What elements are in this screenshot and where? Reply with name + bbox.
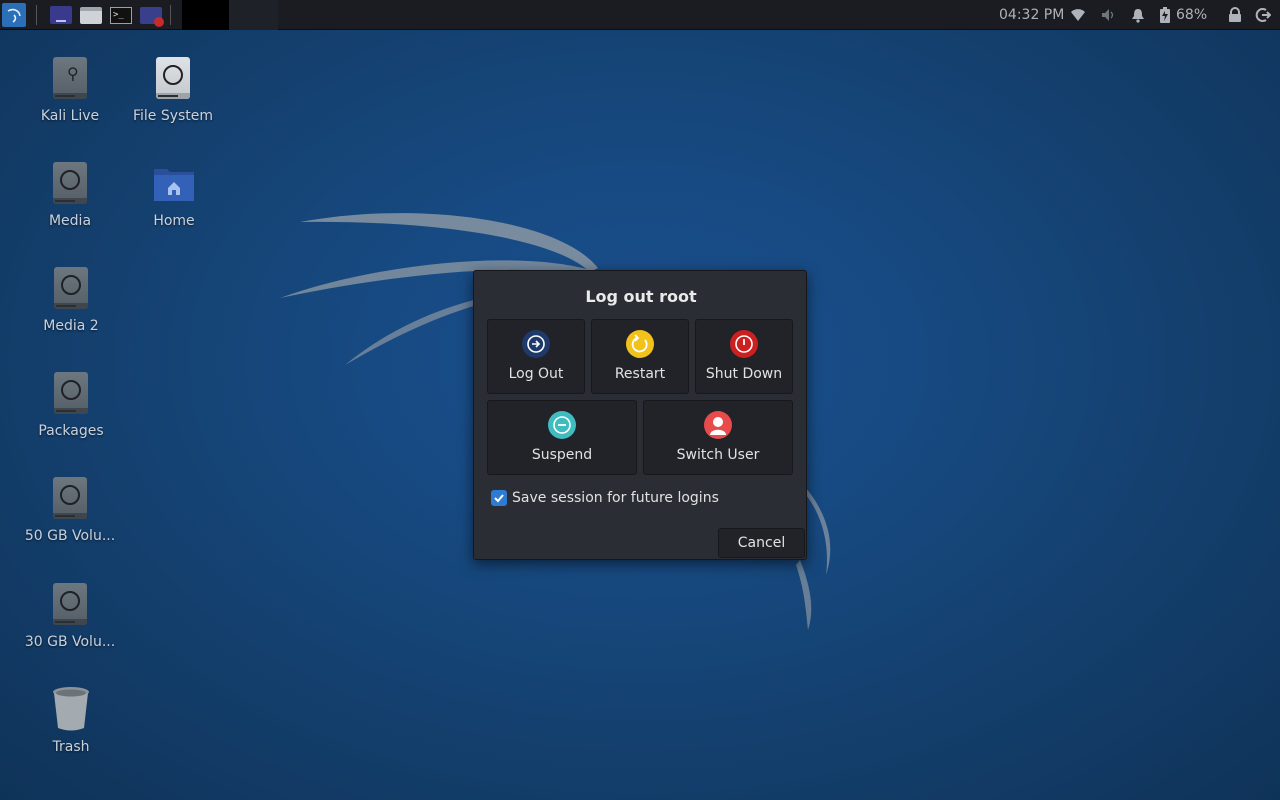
volume-icon[interactable] (1100, 7, 1116, 23)
drive-icon (51, 369, 91, 417)
desktop-icon-label: 50 GB Volu... (24, 528, 116, 544)
wifi-icon[interactable] (1070, 7, 1086, 23)
desktop-icon-file-system[interactable]: File System (123, 54, 223, 124)
desktop-icon-30gb-volume[interactable]: 30 GB Volu... (20, 580, 120, 650)
desktop-icon-media-2[interactable]: Media 2 (21, 264, 121, 334)
notifications-icon[interactable] (1130, 7, 1146, 23)
files-icon[interactable] (79, 3, 103, 27)
cancel-button[interactable]: Cancel (718, 528, 805, 558)
desktop-icon-label: Media (48, 213, 92, 229)
desktop-icon-media[interactable]: Media (20, 159, 120, 229)
desktop-icon-packages[interactable]: Packages (21, 369, 121, 439)
log-out-label: Log Out (508, 366, 564, 382)
dialog-title: Log out root (585, 287, 697, 306)
desktop-icon-label: Kali Live (40, 108, 100, 124)
logout-dialog: Log out root Log Out Restart Shut Down S… (473, 270, 807, 560)
suspend-icon (548, 411, 576, 439)
desktop-icon-home[interactable]: Home (124, 159, 224, 229)
task-button[interactable] (229, 0, 278, 30)
suspend-label: Suspend (531, 447, 593, 463)
top-panel: >_ 04:32 PM 68% (0, 0, 1280, 30)
window-icon[interactable] (49, 3, 73, 27)
restart-label: Restart (614, 366, 666, 382)
drive-icon (50, 474, 90, 522)
desktop-icon-50gb-volume[interactable]: 50 GB Volu... (20, 474, 120, 544)
drive-icon (50, 159, 90, 207)
battery-percent: 68% (1176, 7, 1208, 23)
desktop-icon-label: File System (132, 108, 214, 124)
power-icon (730, 330, 758, 358)
desktop-icon-label: Media 2 (43, 318, 99, 334)
checkmark-icon (494, 494, 504, 503)
terminal-icon[interactable]: >_ (109, 3, 133, 27)
desktop-icon-label: Trash (52, 739, 90, 755)
battery-indicator[interactable]: 68% (1159, 0, 1207, 30)
desktop-icon-label: Packages (38, 423, 104, 439)
switch-user-button[interactable]: Switch User (643, 400, 793, 475)
suspend-button[interactable]: Suspend (487, 400, 637, 475)
desktop-icon-trash[interactable]: Trash (21, 685, 121, 755)
desktop-icon-kali-live[interactable]: ⚲ Kali Live (20, 54, 120, 124)
shut-down-button[interactable]: Shut Down (695, 319, 793, 394)
restart-icon (626, 330, 654, 358)
drive-icon (153, 54, 193, 102)
restart-button[interactable]: Restart (591, 319, 689, 394)
battery-icon (1160, 7, 1170, 23)
user-icon (704, 411, 732, 439)
usb-drive-icon: ⚲ (50, 54, 90, 102)
task-button[interactable] (182, 0, 229, 30)
home-folder-icon (154, 159, 194, 207)
clock-text: 04:32 PM (999, 7, 1065, 23)
logout-arrow-icon (522, 330, 550, 358)
shut-down-label: Shut Down (705, 366, 783, 382)
logout-icon[interactable] (1255, 7, 1271, 23)
drive-icon (51, 264, 91, 312)
save-session-option: Save session for future logins (491, 490, 719, 506)
save-session-checkbox[interactable] (491, 490, 507, 506)
lock-icon[interactable] (1227, 7, 1243, 23)
kali-menu-icon[interactable] (2, 3, 26, 27)
desktop-icon-label: 30 GB Volu... (24, 634, 116, 650)
trash-icon (51, 685, 91, 733)
log-out-button[interactable]: Log Out (487, 319, 585, 394)
desktop-icon-label: Home (153, 213, 195, 229)
clock[interactable]: 04:32 PM (999, 0, 1064, 30)
taskbar-windows (182, 0, 278, 30)
save-session-label[interactable]: Save session for future logins (512, 490, 719, 506)
switch-user-label: Switch User (676, 447, 760, 463)
drive-icon (50, 580, 90, 628)
screenshot-icon[interactable] (139, 3, 164, 27)
